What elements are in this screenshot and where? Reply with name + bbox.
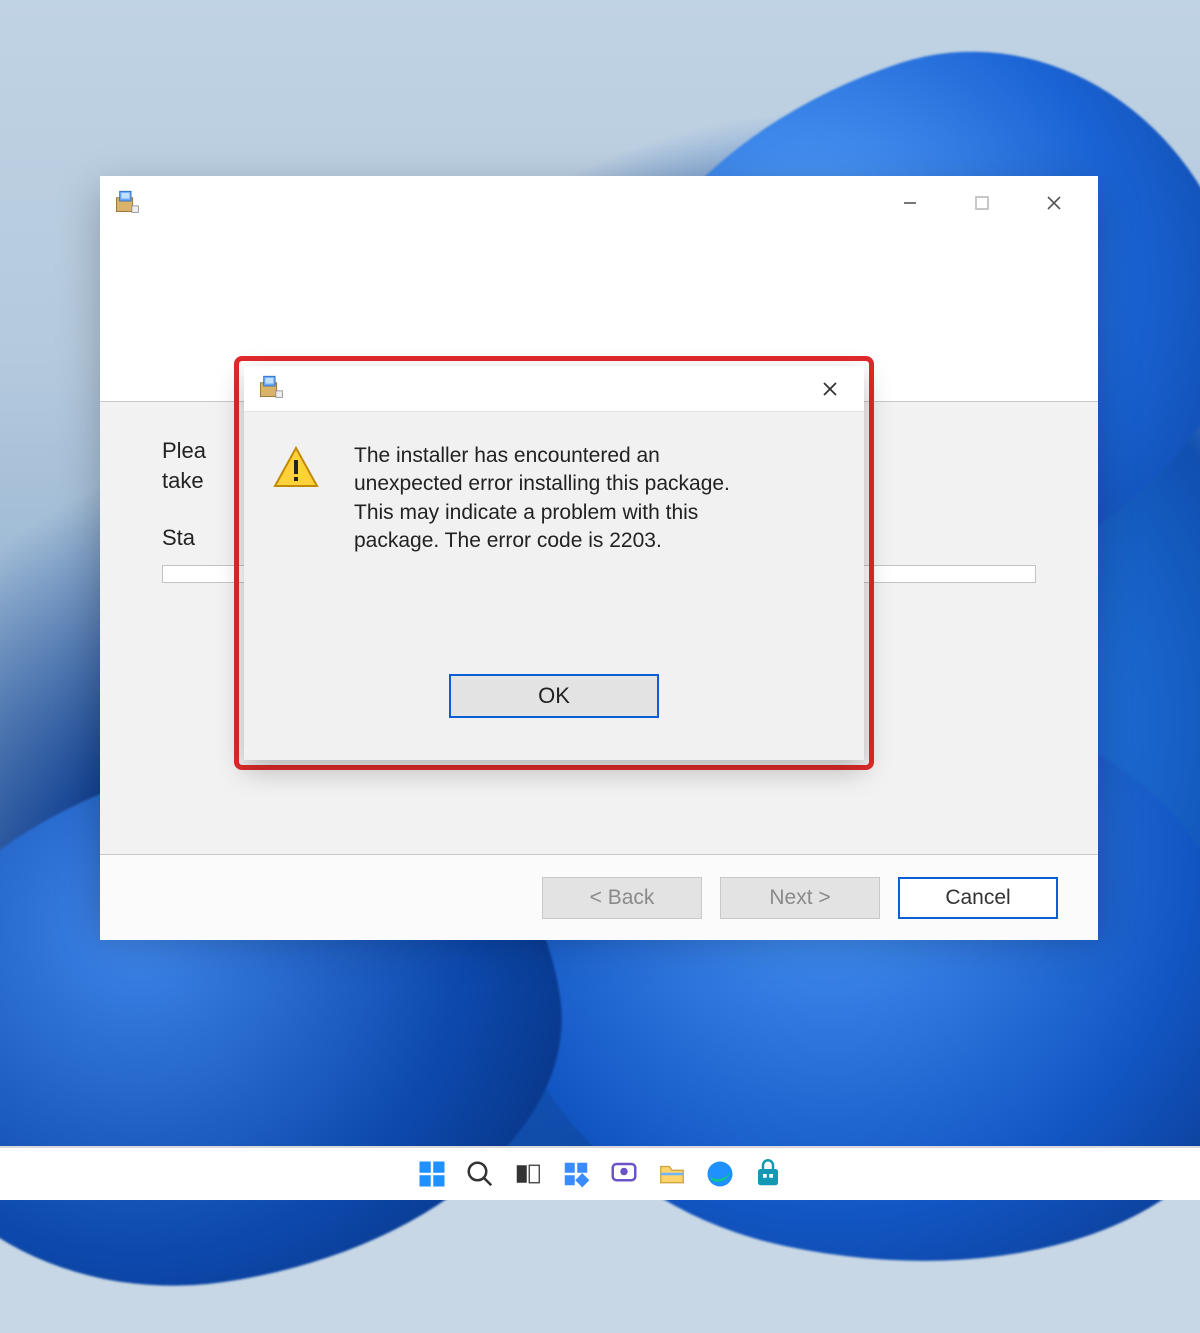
store-icon[interactable]: [753, 1159, 783, 1189]
error-titlebar: [244, 366, 864, 412]
file-explorer-icon[interactable]: [657, 1159, 687, 1189]
error-highlight-frame: The installer has encountered an unexpec…: [234, 356, 874, 770]
error-message: The installer has encountered an unexpec…: [354, 438, 734, 660]
installer-icon: [258, 373, 284, 404]
installer-icon: [114, 188, 140, 219]
task-view-icon[interactable]: [513, 1159, 543, 1189]
back-button[interactable]: < Back: [542, 877, 702, 919]
start-button[interactable]: [417, 1159, 447, 1189]
titlebar: [100, 176, 1098, 230]
close-button[interactable]: [1018, 179, 1090, 227]
cancel-button[interactable]: Cancel: [898, 877, 1058, 919]
take-text: take: [162, 468, 204, 493]
error-close-button[interactable]: [806, 370, 854, 408]
footer: < Back Next > Cancel: [100, 854, 1098, 940]
chat-icon[interactable]: [609, 1159, 639, 1189]
widgets-icon[interactable]: [561, 1159, 591, 1189]
maximize-button[interactable]: [946, 179, 1018, 227]
please-wait-text: Plea: [162, 438, 206, 463]
warning-icon: [268, 438, 324, 660]
next-button[interactable]: Next >: [720, 877, 880, 919]
status-label: Sta: [162, 525, 195, 550]
minimize-button[interactable]: [874, 179, 946, 227]
search-icon[interactable]: [465, 1159, 495, 1189]
edge-icon[interactable]: [705, 1159, 735, 1189]
error-dialog: The installer has encountered an unexpec…: [244, 366, 864, 760]
taskbar: [0, 1146, 1200, 1200]
ok-button[interactable]: OK: [449, 674, 659, 718]
